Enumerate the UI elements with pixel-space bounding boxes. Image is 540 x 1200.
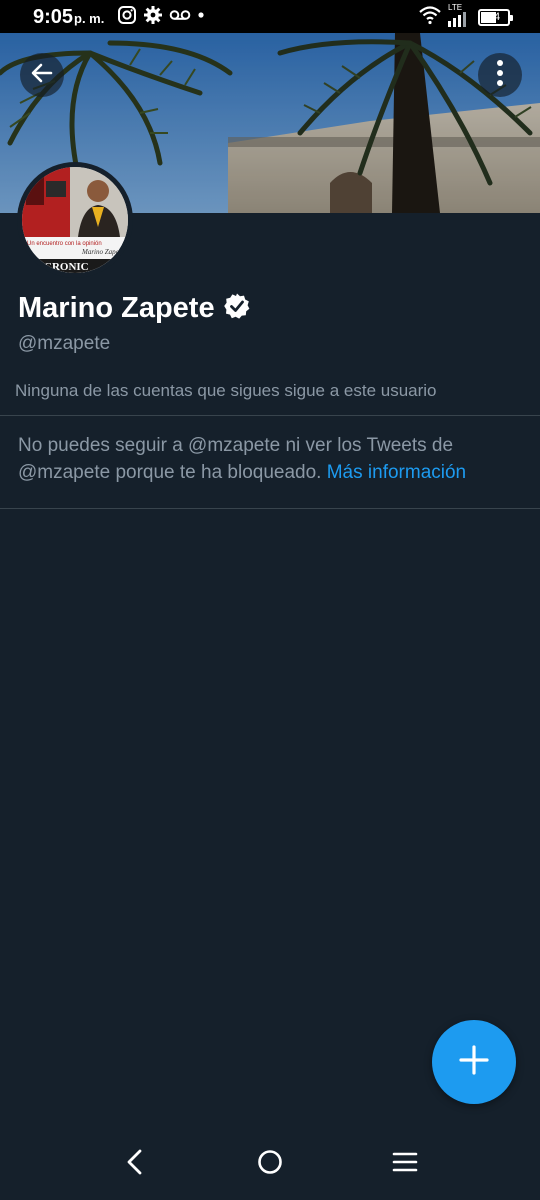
divider-top bbox=[0, 415, 540, 416]
status-bar: 9:05 p. m. LTE 54 bbox=[0, 0, 540, 33]
voicemail-icon bbox=[169, 5, 191, 30]
notification-dot-icon bbox=[197, 5, 205, 30]
chevron-left-icon bbox=[124, 1148, 146, 1181]
nav-back-button[interactable] bbox=[115, 1144, 155, 1184]
status-icons-right: LTE 54 bbox=[418, 3, 513, 31]
avatar-signature: Marino Zapete bbox=[81, 248, 124, 256]
avatar-logo-text: CRONIC bbox=[44, 261, 89, 273]
signal-icon: LTE bbox=[446, 3, 468, 29]
settings-gear-icon bbox=[143, 5, 163, 30]
nav-recents-button[interactable] bbox=[385, 1144, 425, 1184]
menu-lines-icon bbox=[392, 1151, 418, 1178]
blocked-notice: No puedes seguir a @mzapete ni ver los T… bbox=[18, 432, 518, 486]
profile-handle: @mzapete bbox=[18, 333, 111, 354]
profile-name-row: Marino Zapete bbox=[18, 292, 251, 325]
more-vertical-icon bbox=[495, 59, 505, 92]
system-navigation-bar bbox=[0, 1126, 540, 1200]
battery-icon: 54 bbox=[478, 8, 513, 26]
home-circle-icon bbox=[256, 1148, 284, 1181]
status-icons-left bbox=[117, 5, 205, 30]
profile-screen: 9:05 p. m. LTE 54 Un encuentro con la op… bbox=[0, 0, 540, 1200]
plus-icon bbox=[458, 1044, 490, 1081]
profile-avatar[interactable]: Un encuentro con la opinión Marino Zapet… bbox=[17, 162, 133, 278]
avatar-tagline: Un encuentro con la opinión bbox=[27, 241, 102, 247]
status-ampm: p. m. bbox=[74, 11, 105, 26]
nav-home-button[interactable] bbox=[250, 1144, 290, 1184]
arrow-left-icon bbox=[29, 60, 55, 91]
instagram-icon bbox=[117, 5, 137, 30]
wifi-icon bbox=[418, 4, 442, 31]
battery-level: 54 bbox=[487, 11, 501, 23]
back-button[interactable] bbox=[20, 53, 64, 97]
compose-tweet-button[interactable] bbox=[432, 1020, 516, 1104]
status-time: 9:05 bbox=[33, 6, 74, 28]
learn-more-link[interactable]: Más información bbox=[327, 462, 466, 483]
verified-badge-icon bbox=[223, 292, 251, 325]
divider-bottom bbox=[0, 508, 540, 509]
avatar-image: Un encuentro con la opinión Marino Zapet… bbox=[22, 167, 128, 273]
profile-name: Marino Zapete bbox=[18, 292, 215, 324]
more-options-button[interactable] bbox=[478, 53, 522, 97]
follow-context-text: Ninguna de las cuentas que sigues sigue … bbox=[15, 381, 437, 400]
